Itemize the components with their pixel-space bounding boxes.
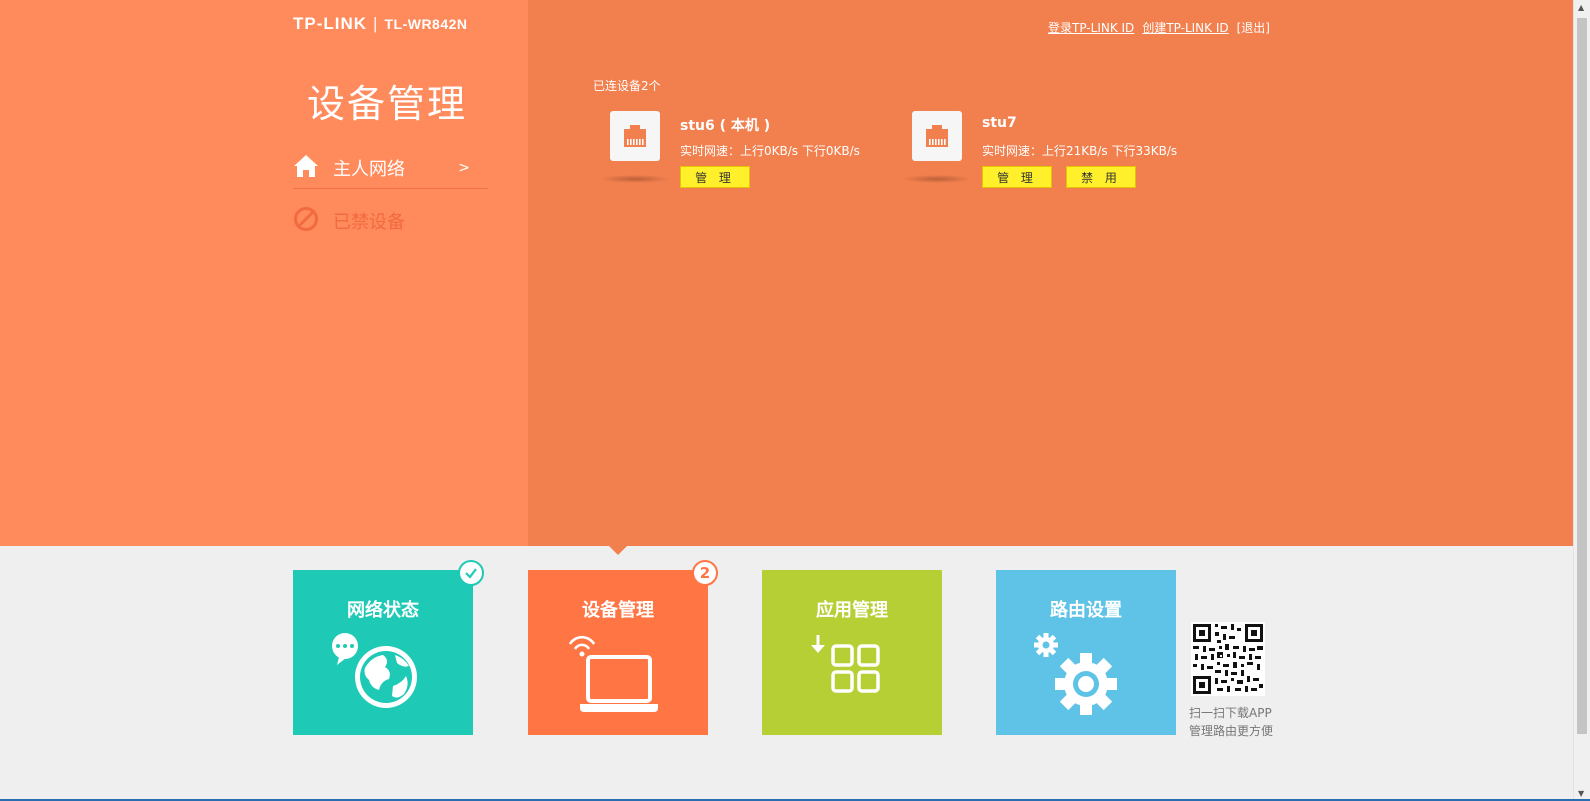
create-tplink-id-link[interactable]: 创建TP-LINK ID xyxy=(1142,21,1228,35)
badge-count: 2 xyxy=(699,564,711,582)
account-links: 登录TP-LINK ID 创建TP-LINK ID [退出] xyxy=(1048,19,1278,36)
connected-count: 已连设备2个 xyxy=(593,79,661,93)
ethernet-port-icon xyxy=(912,111,962,161)
tile-router-settings[interactable]: 路由设置 xyxy=(996,570,1176,735)
login-tplink-id-link[interactable]: 登录TP-LINK ID xyxy=(1048,21,1134,35)
active-tab-pointer xyxy=(609,546,627,555)
apps-grid-icon xyxy=(762,630,942,730)
qr-caption-line2: 管理路由更方便 xyxy=(1189,724,1274,738)
manage-button[interactable]: 管 理 xyxy=(680,166,750,188)
router-model: TL-WR842N xyxy=(384,16,468,32)
brand-logo: TP-LINK | TL-WR842N xyxy=(293,14,468,34)
brand-name: TP-LINK xyxy=(293,14,368,33)
sidebar-item-blocked-devices[interactable]: 已禁设备 xyxy=(293,205,488,237)
globe-chat-icon xyxy=(293,630,473,730)
device-card: stu6 ( 本机 ) 实时网速：上行0KB/s 下行0KB/s 管 理 xyxy=(600,111,930,196)
chevron-right-icon: > xyxy=(458,160,470,176)
blocked-icon xyxy=(293,206,319,236)
tile-label: 网络状态 xyxy=(347,600,419,621)
device-name: stu7 xyxy=(982,115,1017,131)
status-ok-badge xyxy=(458,560,484,586)
tile-label: 路由设置 xyxy=(1050,600,1122,621)
tile-network-status[interactable]: 网络状态 xyxy=(293,570,473,735)
device-shadow xyxy=(600,175,670,183)
vertical-scrollbar[interactable]: ▲ ▼ xyxy=(1573,0,1590,801)
device-count-badge: 2 xyxy=(692,560,718,586)
sidebar-item-label: 已禁设备 xyxy=(333,212,405,233)
qr-caption-line1: 扫一扫下载APP xyxy=(1189,706,1272,720)
scroll-up-arrow-icon[interactable]: ▲ xyxy=(1578,3,1584,12)
laptop-wifi-icon xyxy=(528,630,708,730)
sidebar-item-label: 主人网络 xyxy=(333,159,405,180)
qr-caption: 扫一扫下载APP 管理路由更方便 xyxy=(1189,704,1289,740)
block-button[interactable]: 禁 用 xyxy=(1066,166,1136,188)
manage-button[interactable]: 管 理 xyxy=(982,166,1052,188)
page-title: 设备管理 xyxy=(307,82,468,126)
device-speed: 实时网速：上行0KB/s 下行0KB/s xyxy=(680,144,860,158)
scroll-down-arrow-icon[interactable]: ▼ xyxy=(1578,789,1584,798)
tile-label: 设备管理 xyxy=(582,600,654,621)
device-card: stu7 实时网速：上行21KB/s 下行33KB/s 管 理 禁 用 xyxy=(902,111,1232,196)
tile-app-management[interactable]: 应用管理 xyxy=(762,570,942,735)
scrollbar-thumb[interactable] xyxy=(1577,18,1587,734)
check-icon xyxy=(465,568,477,579)
device-speed: 实时网速：上行21KB/s 下行33KB/s xyxy=(982,144,1178,158)
device-shadow xyxy=(902,175,972,183)
home-icon xyxy=(293,153,319,183)
device-name: stu6 ( 本机 ) xyxy=(680,118,771,134)
tile-device-management[interactable]: 设备管理 xyxy=(528,570,708,735)
ethernet-port-icon xyxy=(610,111,660,161)
tile-label: 应用管理 xyxy=(816,600,888,621)
brand-separator: | xyxy=(373,14,379,33)
sidebar-item-host-network[interactable]: 主人网络 > xyxy=(293,148,488,189)
gears-icon xyxy=(996,630,1176,730)
qr-code-image xyxy=(1191,622,1265,696)
logout-link[interactable]: [退出] xyxy=(1237,21,1270,35)
